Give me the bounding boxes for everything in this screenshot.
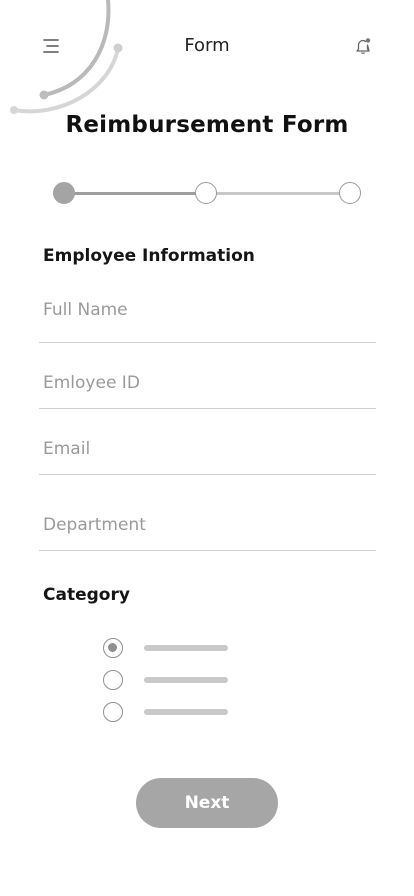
full-name-field (39, 296, 376, 343)
radio-button[interactable] (103, 702, 123, 722)
department-field (39, 508, 376, 551)
category-option-label-placeholder (144, 709, 228, 715)
progress-stepper (0, 180, 414, 210)
radio-button-selected[interactable] (103, 638, 123, 658)
category-option-label-placeholder (144, 645, 228, 651)
step-2[interactable] (195, 182, 217, 204)
section-title-category: Category (43, 585, 130, 605)
category-option-label-placeholder (144, 677, 228, 683)
employee-id-field (39, 368, 376, 409)
category-option-1[interactable] (103, 638, 243, 660)
category-option-3[interactable] (103, 702, 243, 724)
category-option-2[interactable] (103, 670, 243, 692)
section-title-employee-information: Employee Information (43, 246, 255, 266)
email-input[interactable] (43, 439, 376, 459)
department-input[interactable] (43, 515, 376, 535)
radio-button[interactable] (103, 670, 123, 690)
next-button[interactable]: Next (136, 778, 278, 828)
step-3[interactable] (339, 182, 361, 204)
full-name-input[interactable] (43, 300, 376, 320)
page-title: Reimbursement Form (65, 112, 349, 138)
app-header: Form (0, 28, 414, 64)
step-connector-1 (64, 192, 206, 195)
decorative-arcs (10, 0, 123, 114)
notification-button[interactable] (350, 34, 376, 58)
step-connector-2 (206, 192, 350, 195)
email-field (39, 434, 376, 475)
employee-id-input[interactable] (43, 373, 376, 393)
step-1[interactable] (53, 182, 75, 204)
bell-icon (356, 38, 371, 54)
